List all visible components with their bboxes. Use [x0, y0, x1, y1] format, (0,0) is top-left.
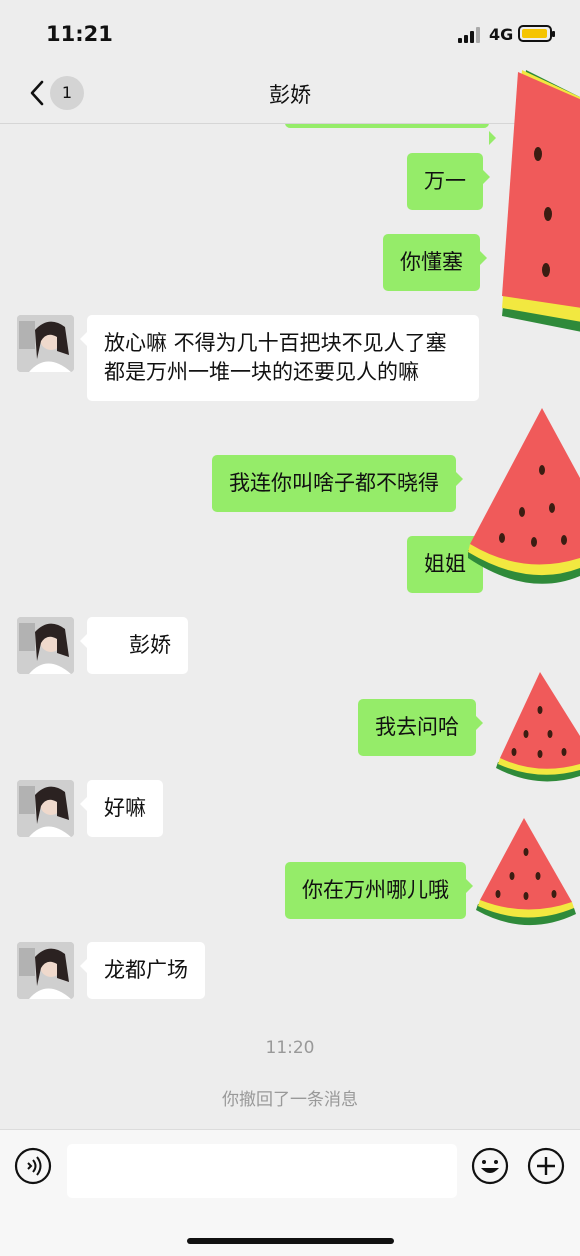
- message-bubble-out[interactable]: 我连你叫啥子都不晓得: [212, 455, 463, 512]
- signal-icon: [458, 27, 484, 43]
- contact-avatar[interactable]: [17, 780, 74, 837]
- message-text: 你懂塞: [400, 250, 463, 274]
- message-bubble-in[interactable]: 放心嘛 不得为几十百把块不见人了塞 都是万州一堆一块的还要见人的嘛: [80, 315, 479, 401]
- message-text: 你在万州哪儿哦: [302, 878, 449, 902]
- status-time: 11:21: [46, 22, 113, 46]
- message-text: 龙都广场: [104, 958, 188, 982]
- home-indicator: [187, 1238, 394, 1244]
- message-text: 万一: [424, 169, 466, 193]
- message-bubble-in[interactable]: 彭娇: [80, 617, 188, 674]
- battery-icon: [518, 25, 555, 42]
- voice-icon[interactable]: [14, 1147, 52, 1185]
- message-text: 放心嘛 不得为几十百把块不见人了塞 都是万州一堆一块的还要见人的嘛: [104, 331, 447, 384]
- watermelon-sticker-icon: [502, 70, 580, 332]
- watermelon-sticker-icon: [496, 672, 580, 782]
- nav-bar: 1 彭娇: [0, 66, 580, 124]
- message-text: 我去问哈: [375, 715, 459, 739]
- message-text: 姐姐: [424, 552, 466, 576]
- message-text: 我连你叫啥子都不晓得: [229, 471, 439, 495]
- message-bubble-out[interactable]: 我去问哈: [358, 699, 483, 756]
- plus-icon[interactable]: [527, 1147, 565, 1185]
- message-bubble-in[interactable]: 龙都广场: [80, 942, 205, 999]
- emoji-icon[interactable]: [471, 1147, 509, 1185]
- recall-notice: 你撤回了一条消息: [222, 1090, 358, 1110]
- message-bubble-out[interactable]: 万一: [407, 153, 490, 210]
- contact-avatar[interactable]: [17, 942, 74, 999]
- contact-avatar[interactable]: [17, 315, 74, 372]
- watermelon-sticker-icon: [476, 818, 576, 926]
- message-bubble-out[interactable]: 你在万州哪儿哦: [285, 862, 473, 919]
- message-timestamp: 11:20: [265, 1038, 315, 1058]
- message-bubble-out[interactable]: 你懂塞: [383, 234, 487, 291]
- message-text: 彭娇: [129, 633, 171, 657]
- status-bar: 11:21 4G: [0, 0, 580, 66]
- contact-avatar[interactable]: [17, 617, 74, 674]
- watermelon-sticker-icon: [468, 408, 580, 584]
- network-type: 4G: [489, 25, 514, 44]
- chat-title: 彭娇: [269, 83, 311, 107]
- chat-area[interactable]: 万一 你懂塞 放心嘛 不得为几十百把块不见人了塞 都是万州一堆一块的还要见人的嘛…: [0, 124, 580, 1129]
- input-bar: [0, 1129, 580, 1256]
- message-bubble-partial[interactable]: [285, 124, 496, 145]
- message-text: 好嘛: [104, 796, 146, 820]
- message-input[interactable]: [67, 1144, 457, 1198]
- message-bubble-in[interactable]: 好嘛: [80, 780, 163, 837]
